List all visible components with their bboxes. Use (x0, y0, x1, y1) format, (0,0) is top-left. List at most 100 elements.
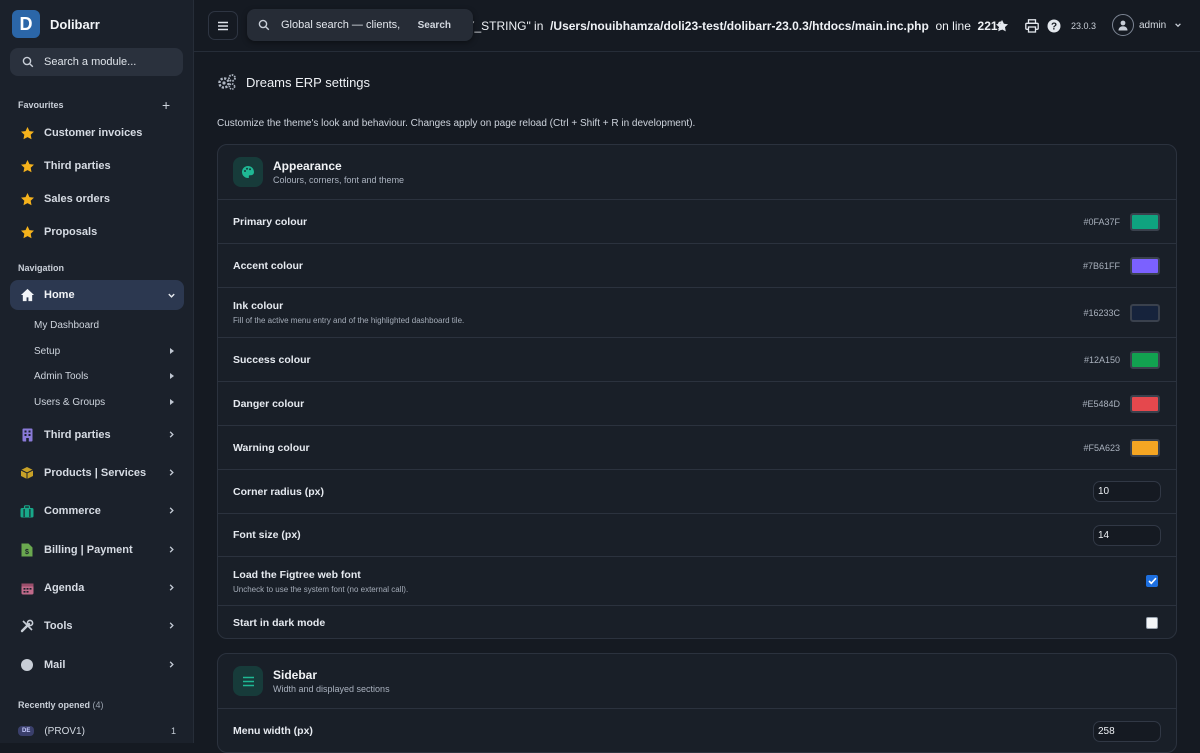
sidebar-card-subtitle: Width and displayed sections (273, 684, 390, 694)
add-favourite-button[interactable]: + (162, 97, 170, 113)
dolibarr-logo: D (12, 10, 40, 38)
recent-label: (PROV1) (44, 725, 85, 737)
nav-sub-label: Admin Tools (34, 370, 89, 382)
recently-opened-heading: Recently opened (4) (18, 700, 104, 710)
web-font-checkbox[interactable] (1146, 575, 1158, 587)
star-icon[interactable] (995, 19, 1009, 33)
favourite-label: Customer invoices (44, 127, 143, 139)
list-icon (233, 666, 263, 696)
colour-swatch-accent[interactable] (1130, 256, 1160, 275)
setting-label: Start in dark mode (233, 616, 326, 629)
dark-mode-checkbox[interactable] (1146, 616, 1158, 629)
nav-sub-my-dashboard[interactable]: My Dashboard (34, 315, 180, 335)
invoice-icon: $ (18, 543, 36, 557)
home-icon (18, 288, 36, 302)
appearance-card: Appearance Colours, corners, font and th… (217, 144, 1177, 639)
colour-swatch-warning[interactable] (1130, 438, 1160, 457)
nav-item-tools[interactable]: Tools (10, 612, 184, 640)
favourite-item-proposals[interactable]: Proposals (10, 218, 184, 246)
setting-help: Fill of the active menu entry and of the… (233, 316, 465, 325)
checkmark-icon (1147, 577, 1157, 585)
user-menu[interactable]: admin (1112, 14, 1182, 36)
nav-sub-label: Setup (34, 345, 61, 357)
colour-swatch-success[interactable] (1130, 350, 1160, 369)
menu-toggle-button[interactable] (208, 11, 238, 40)
brand[interactable]: D Dolibarr (12, 10, 100, 38)
chevron-down-icon (168, 293, 175, 298)
corner-radius-input[interactable] (1093, 481, 1161, 502)
setting-label: Corner radius (px) (233, 485, 325, 498)
menu-width-input[interactable] (1093, 720, 1161, 742)
colour-swatch-danger[interactable] (1130, 394, 1160, 413)
hamburger-icon (218, 21, 228, 30)
font-size-input[interactable] (1093, 524, 1161, 546)
global-search-input[interactable]: Global search — clients, Search (247, 9, 473, 41)
chevron-down-icon (1175, 23, 1182, 28)
chevron-right-icon (169, 469, 174, 476)
sidebar-card-title: Sidebar (273, 668, 318, 682)
star-icon (18, 159, 36, 174)
user-icon (1118, 20, 1128, 31)
navigation-heading: Navigation (18, 263, 65, 273)
module-search-placeholder: Search a module... (44, 56, 137, 68)
avatar (1112, 14, 1134, 36)
nav-item-third-parties[interactable]: Third parties (10, 421, 184, 449)
mail-icon (18, 658, 36, 672)
star-icon (18, 225, 36, 240)
setting-row-warning-colour: Warning colour #F5A623 (218, 426, 1176, 470)
chevron-right-icon (169, 431, 174, 438)
setting-label: Accent colour (233, 259, 304, 272)
nav-sub-label: Users & Groups (34, 396, 106, 408)
setting-row-web-font: Load the Figtree web font Uncheck to use… (218, 557, 1176, 606)
favourite-item-sales-orders[interactable]: Sales orders (10, 185, 184, 213)
recent-count: 1 (170, 726, 176, 736)
version-label: 23.0.3 (1071, 21, 1097, 31)
favourite-item-third-parties[interactable]: Third parties (10, 152, 184, 180)
setting-row-font-size: Font size (px) (218, 514, 1176, 557)
nav-item-mail[interactable]: Mail (10, 651, 184, 679)
module-search-input[interactable]: Search a module... (10, 48, 183, 76)
recent-badge: DE (18, 726, 35, 736)
nav-label: Mail (44, 659, 66, 671)
user-name: admin (1139, 19, 1167, 31)
appearance-card-header: Appearance Colours, corners, font and th… (218, 145, 1176, 200)
svg-text:$: $ (25, 549, 29, 556)
recent-item[interactable]: DE (PROV1) 1 (18, 722, 180, 740)
help-icon[interactable]: ? (1047, 19, 1061, 33)
calendar-icon (18, 582, 36, 595)
brand-name: Dolibarr (50, 16, 100, 32)
chevron-right-icon (169, 584, 174, 591)
favourite-label: Sales orders (44, 193, 111, 205)
caret-right-icon (170, 373, 174, 379)
colour-swatch-ink[interactable] (1130, 303, 1160, 322)
nav-item-home[interactable]: Home (10, 280, 184, 310)
print-icon[interactable] (1025, 19, 1039, 33)
building-icon (18, 428, 36, 442)
setting-row-ink-colour: Ink colour Fill of the active menu entry… (218, 288, 1176, 338)
nav-item-agenda[interactable]: Agenda (10, 574, 184, 602)
favourite-item-customer-invoices[interactable]: Customer invoices (10, 119, 184, 147)
sidebar-card-header: Sidebar Width and displayed sections (218, 654, 1176, 709)
page-header: Dreams ERP settings (217, 73, 370, 91)
global-search-button[interactable]: Search (418, 20, 451, 31)
chevron-right-icon (169, 507, 174, 514)
star-icon (18, 126, 36, 141)
error-mid: on line (935, 19, 971, 33)
colour-swatch-primary[interactable] (1130, 212, 1160, 231)
nav-item-commerce[interactable]: Commerce (10, 497, 184, 525)
sidebar: D Dolibarr Search a module... Favourites… (0, 0, 194, 743)
nav-sub-admin-tools[interactable]: Admin Tools (34, 366, 180, 386)
colour-hex: #E5484D (1082, 398, 1120, 409)
setting-label: Primary colour (233, 215, 308, 228)
setting-label: Load the Figtree web font (233, 568, 361, 581)
nav-sub-setup[interactable]: Setup (34, 341, 180, 361)
setting-help: Uncheck to use the system font (no exter… (233, 584, 409, 594)
nav-item-products-services[interactable]: Products | Services (10, 459, 184, 487)
nav-sub-users-groups[interactable]: Users & Groups (34, 392, 180, 412)
nav-label: Home (44, 289, 75, 301)
error-path: /Users/nouibhamza/doli23-test/dolibarr-2… (550, 19, 929, 33)
nav-label: Third parties (44, 429, 111, 441)
caret-right-icon (170, 399, 174, 405)
nav-item-billing-payment[interactable]: $ Billing | Payment (10, 536, 184, 564)
setting-row-success-colour: Success colour #12A150 (218, 338, 1176, 382)
